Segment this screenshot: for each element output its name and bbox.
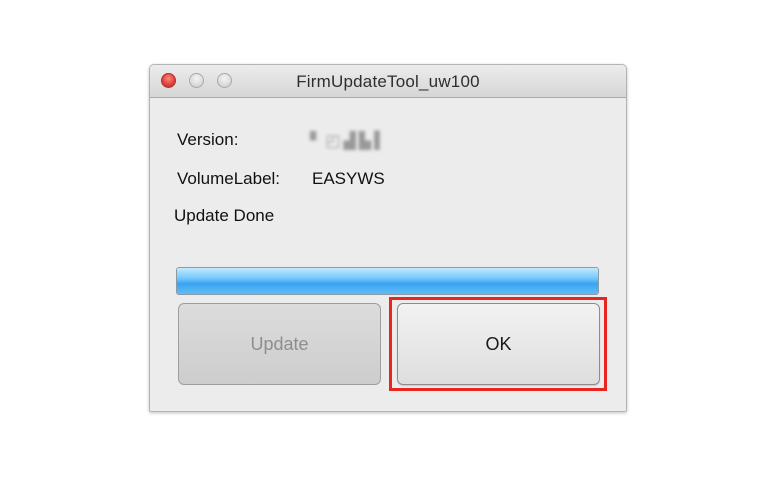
progress-fill [177,268,598,294]
progress-bar [176,267,599,295]
update-button-label: Update [250,333,309,354]
status-text: Update Done [174,206,275,225]
update-button[interactable]: Update [178,303,381,385]
window-title: FirmUpdateTool_uw100 [296,72,480,91]
ok-button-label: OK [485,333,512,354]
version-value-redacted: ▘ ◰ ▟ ▙ ▌ [310,132,386,150]
volume-label: VolumeLabel: [177,169,281,188]
ok-button[interactable]: OK [397,303,600,385]
firmware-update-window: FirmUpdateTool_uw100 Version: ▘ ◰ ▟ ▙ ▌ Volu… [149,64,627,412]
volume-value: EASYWS [312,169,385,188]
title-bar[interactable]: FirmUpdateTool_uw100 [150,65,626,98]
version-label: Version: [177,130,239,149]
